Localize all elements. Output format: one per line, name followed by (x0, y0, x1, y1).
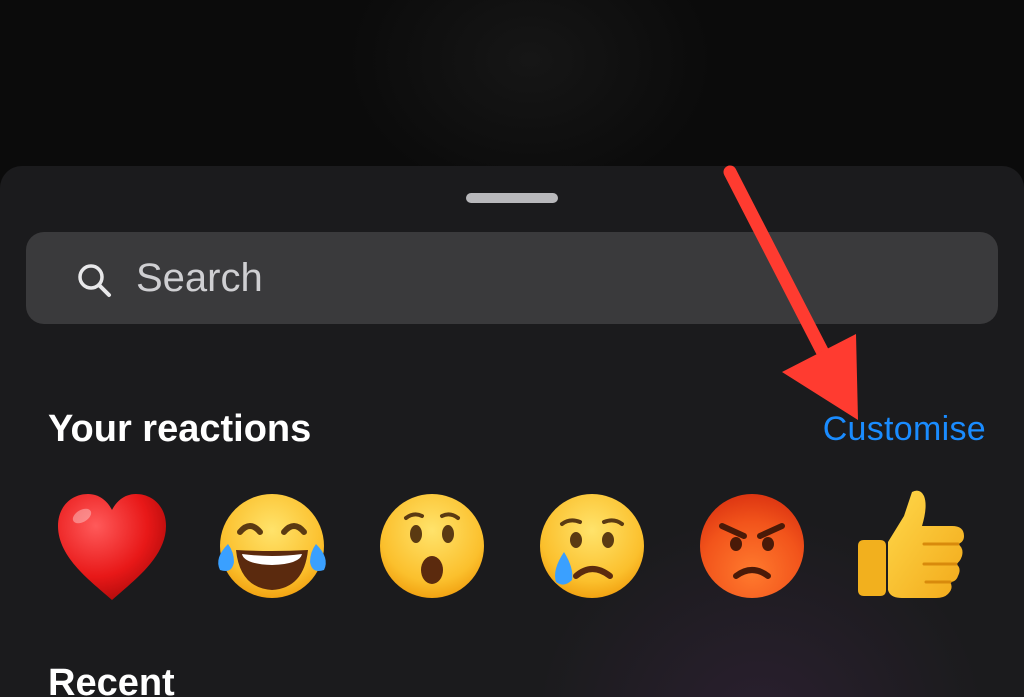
thumbs-up-icon[interactable] (852, 486, 972, 606)
reactions-sheet: Your reactions Customise (0, 166, 1024, 697)
crying-face-icon[interactable] (532, 488, 652, 608)
recent-heading: Recent (48, 662, 175, 697)
reactions-row (0, 486, 1024, 616)
angry-face-icon[interactable] (692, 488, 812, 608)
face-with-open-mouth-icon[interactable] (372, 488, 492, 608)
face-with-tears-of-joy-icon[interactable] (212, 488, 332, 608)
red-heart-icon[interactable] (52, 488, 172, 608)
search-icon (78, 264, 111, 297)
search-input[interactable] (136, 254, 956, 302)
search-bar[interactable] (26, 232, 998, 324)
customise-button[interactable]: Customise (823, 410, 986, 449)
your-reactions-heading: Your reactions (48, 408, 312, 450)
sheet-grabber[interactable] (466, 193, 558, 203)
